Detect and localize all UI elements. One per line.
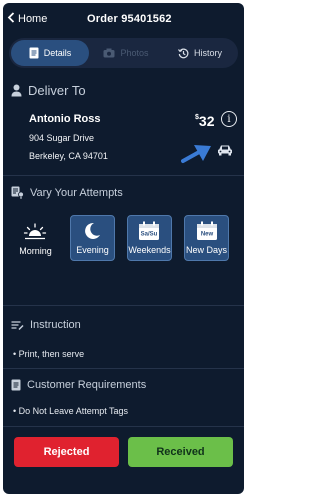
tab-details[interactable]: Details — [11, 40, 89, 66]
attempt-evening-label: Evening — [76, 245, 109, 255]
calendar-weekend-icon: Sa/Su — [138, 216, 160, 245]
requirements-title: Customer Requirements — [27, 379, 147, 391]
tab-bar: Details Photos History — [9, 38, 238, 68]
requirements-header: Customer Requirements — [11, 379, 146, 391]
attempt-new-days[interactable]: New New Days — [184, 215, 230, 261]
moon-icon — [82, 216, 102, 245]
back-label: Home — [18, 13, 48, 25]
chevron-left-icon — [7, 12, 15, 26]
app-screen: Home Order 95401562 Details Photos Histo… — [3, 3, 244, 494]
attempt-options: Morning Evening Sa/Su Weekends New New D… — [13, 215, 241, 265]
attempts-header: Vary Your Attempts — [11, 186, 123, 199]
tab-photos[interactable]: Photos — [89, 40, 163, 66]
attempt-morning[interactable]: Morning — [13, 215, 58, 261]
list-item: • Print, then serve — [13, 349, 85, 359]
map-pin-document-icon — [11, 186, 24, 199]
deliver-to-header: Deliver To — [11, 83, 86, 98]
tab-history[interactable]: History — [163, 40, 237, 66]
price-label: $32 — [195, 113, 214, 129]
instruction-item: Print, then serve — [18, 349, 85, 359]
divider — [3, 175, 244, 176]
calendar-weekend-text: Sa/Su — [141, 231, 158, 237]
address-line-2: Berkeley, CA 94701 — [29, 151, 108, 161]
top-bar: Home Order 95401562 — [3, 3, 244, 33]
attempt-new-days-label: New Days — [186, 245, 228, 255]
back-button[interactable]: Home — [7, 12, 47, 26]
camera-icon — [103, 48, 115, 58]
divider — [3, 305, 244, 306]
info-icon[interactable]: i — [221, 111, 237, 127]
price-value: 32 — [198, 113, 215, 129]
sunrise-icon — [23, 215, 47, 246]
list-item: • Do Not Leave Attempt Tags — [13, 406, 129, 416]
attempts-title: Vary Your Attempts — [30, 186, 123, 199]
attempt-morning-label: Morning — [19, 246, 52, 256]
instruction-title: Instruction — [30, 319, 81, 331]
person-icon — [11, 84, 22, 97]
price-symbol: $ — [195, 114, 199, 121]
tab-history-label: History — [193, 48, 222, 58]
tab-details-label: Details — [43, 48, 72, 58]
calendar-new-text: New — [200, 231, 213, 237]
document-icon — [29, 47, 39, 59]
document-icon — [11, 379, 21, 391]
attempt-weekends[interactable]: Sa/Su Weekends — [126, 215, 172, 261]
address-line-1: 904 Sugar Drive — [29, 133, 95, 143]
calendar-new-icon: New — [196, 216, 218, 245]
attempt-weekends-label: Weekends — [128, 245, 171, 255]
page-title: Order 95401562 — [87, 13, 172, 25]
edit-lines-icon — [11, 320, 24, 331]
history-icon — [178, 48, 189, 59]
tab-photos-label: Photos — [120, 48, 149, 58]
recipient-name: Antonio Ross — [29, 113, 101, 125]
instruction-header: Instruction — [11, 319, 81, 331]
rejected-button[interactable]: Rejected — [14, 437, 119, 467]
received-button[interactable]: Received — [128, 437, 233, 467]
divider — [3, 368, 244, 369]
requirement-item: Do Not Leave Attempt Tags — [18, 406, 129, 416]
divider — [3, 426, 244, 427]
attempt-evening[interactable]: Evening — [69, 215, 115, 261]
deliver-to-title: Deliver To — [28, 83, 86, 98]
car-icon[interactable] — [217, 143, 233, 161]
arrow-icon — [181, 141, 215, 172]
